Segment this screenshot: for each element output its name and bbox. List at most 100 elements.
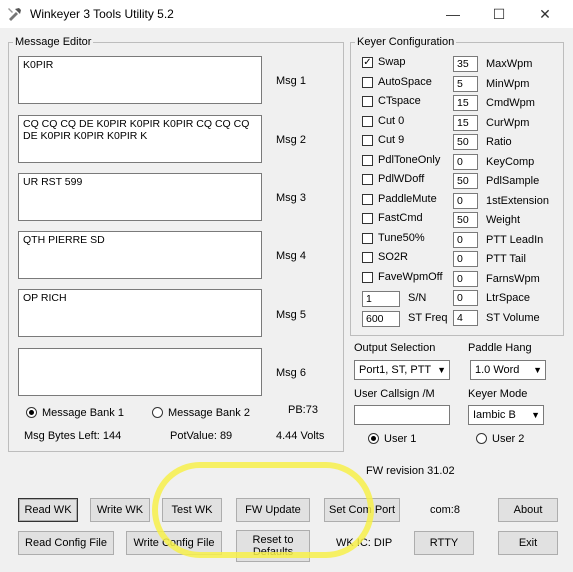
paddle-hang-label: Paddle Hang [468,342,532,354]
param-label: CmdWpm [486,97,535,109]
exit-button[interactable]: Exit [498,531,558,555]
param-field[interactable]: 0 [453,232,478,248]
param-label: FarnsWpm [486,273,540,285]
message-bank-2-radio[interactable] [152,407,163,418]
highlight-annotation [152,462,374,558]
checkbox-label: SO2R [378,251,408,263]
checkbox-label: AutoSpace [378,76,432,88]
output-selection-label: Output Selection [354,342,436,354]
minimize-icon: — [446,6,460,22]
pb-value: PB:73 [288,404,318,416]
checkbox-label: Tune50% [378,232,425,244]
param-field[interactable]: 15 [453,95,478,111]
checkbox-label: Cut 0 [378,115,405,127]
checkbox-10[interactable] [362,233,373,244]
param-label: CurWpm [486,117,530,129]
st-freq-label: ST Freq [408,312,448,324]
checkbox-label: PaddleMute [378,193,437,205]
keyer-mode-label: Keyer Mode [468,388,528,400]
sn-label: S/N [408,292,427,304]
message-2-field[interactable]: CQ CQ CQ DE K0PIR K0PIR K0PIR CQ CQ CQ D… [18,115,262,163]
checkbox-label: PdlToneOnly [378,154,441,166]
close-button[interactable]: ✕ [522,0,568,28]
param-field[interactable]: 35 [453,56,478,72]
checkbox-11[interactable] [362,252,373,263]
volts-value: 4.44 Volts [276,430,325,442]
message-6-label: Msg 6 [276,367,306,379]
write-wk-button[interactable]: Write WK [90,498,150,522]
rtty-button[interactable]: RTTY [414,531,474,555]
param-label: Weight [486,214,521,226]
param-field[interactable]: 0 [453,154,478,170]
checkbox-12[interactable] [362,272,373,283]
window-title: Winkeyer 3 Tools Utility 5.2 [30,7,174,21]
about-button[interactable]: About [498,498,558,522]
message-bank-1-radio[interactable] [26,407,37,418]
param-field[interactable]: 5 [453,76,478,92]
message-5-field[interactable]: OP RICH [18,289,262,337]
fw-revision: FW revision 31.02 [366,465,455,477]
param-field[interactable]: 50 [453,173,478,189]
chevron-down-icon: ▼ [531,410,540,420]
message-1-label: Msg 1 [276,75,306,87]
checkbox-9[interactable] [362,213,373,224]
checkbox-5[interactable] [362,135,373,146]
checkbox-8[interactable] [362,194,373,205]
param-field[interactable]: 15 [453,115,478,131]
maximize-icon: ☐ [492,5,506,22]
checkbox-7[interactable] [362,174,373,185]
read-wk-button[interactable]: Read WK [18,498,78,522]
param-label: PTT Tail [486,253,526,265]
checkbox-1[interactable]: ✓ [362,57,373,68]
param-field[interactable]: 0 [453,251,478,267]
checkbox-label: Swap [378,56,406,68]
param-label: KeyComp [486,156,535,168]
pot-value: PotValue: 89 [170,430,233,442]
keyer-mode-value: Iambic B [473,409,516,421]
paddle-hang-value: 1.0 Word [475,364,520,376]
checkbox-2[interactable] [362,77,373,88]
checkbox-4[interactable] [362,116,373,127]
message-1-field[interactable]: K0PIR [18,56,262,104]
param-label: MaxWpm [486,58,533,70]
message-5-label: Msg 5 [276,309,306,321]
param-label: PdlSample [486,175,540,187]
param-label: PTT LeadIn [486,234,544,246]
keyer-mode-dropdown[interactable]: Iambic B ▼ [468,405,544,425]
message-3-label: Msg 3 [276,192,306,204]
checkbox-6[interactable] [362,155,373,166]
com-port-value: com:8 [430,504,460,516]
maximize-button[interactable]: ☐ [476,0,522,28]
checkbox-label: CTspace [378,95,421,107]
message-bank-2-label: Message Bank 2 [168,407,250,419]
user-callsign-field[interactable] [354,405,450,425]
minimize-button[interactable]: — [430,0,476,28]
param-field[interactable]: 0 [453,193,478,209]
param-label: ST Volume [486,312,540,324]
checkbox-label: Cut 9 [378,134,405,146]
message-6-field[interactable] [18,348,262,396]
param-field[interactable]: 0 [453,290,478,306]
param-field[interactable]: 50 [453,212,478,228]
output-selection-dropdown[interactable]: Port1, ST, PTT ▼ [354,360,450,380]
user-2-radio[interactable] [476,433,487,444]
message-4-field[interactable]: QTH PIERRE SD [18,231,262,279]
read-config-file-button[interactable]: Read Config File [18,531,114,555]
param-field[interactable]: 50 [453,134,478,150]
message-bank-1-label: Message Bank 1 [42,407,124,419]
param-field[interactable]: 0 [453,271,478,287]
keyer-config-label: Keyer Configuration [355,36,457,48]
user-1-radio[interactable] [368,433,379,444]
param-label: LtrSpace [486,292,531,304]
message-3-field[interactable]: UR RST 599 [18,173,262,221]
param-label: MinWpm [486,78,530,90]
checkbox-3[interactable] [362,96,373,107]
paddle-hang-dropdown[interactable]: 1.0 Word ▼ [470,360,546,380]
param-label: 1stExtension [486,195,549,207]
message-2-label: Msg 2 [276,134,306,146]
st-freq-field[interactable]: 600 [362,311,400,327]
param-field[interactable]: 4 [453,310,478,326]
close-icon: ✕ [539,5,551,22]
message-4-label: Msg 4 [276,250,306,262]
sn-field[interactable]: 1 [362,291,400,307]
